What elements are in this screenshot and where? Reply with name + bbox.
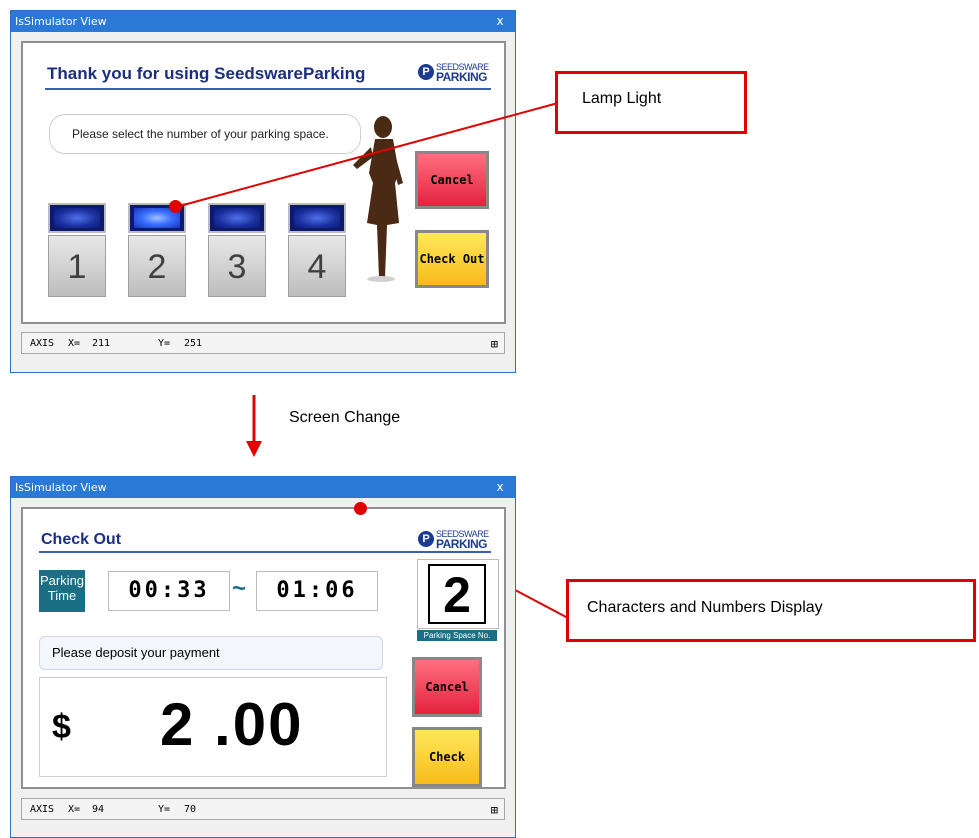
y-coordinate: 70 [184, 804, 197, 815]
time-separator: ~ [232, 575, 247, 602]
grid-icon[interactable]: ⊞ [491, 799, 498, 821]
status-bar: AXIS X= 94 Y= 70 ⊞ [21, 798, 505, 820]
characters-display-dot [354, 502, 367, 515]
space-number: 2 [443, 567, 471, 623]
payment-amount: 2 .00 [160, 691, 304, 758]
instruction-text: Please deposit your payment [52, 645, 220, 660]
amount-display: $ 2 .00 [39, 677, 387, 777]
characters-display-callout: Characters and Numbers Display [566, 579, 976, 642]
page-title: Check Out [41, 531, 122, 548]
space-number-frame: 2 [428, 564, 486, 624]
space-number-box: 2 [417, 559, 499, 629]
screen-change-label: Screen Change [289, 409, 401, 426]
parking-logo-icon: P [418, 531, 434, 547]
y-label: Y= [158, 804, 171, 815]
title-underline [39, 551, 491, 553]
start-time-display: 00:33 [108, 571, 230, 611]
simulator-screen: Check Out P SEEDSWARE PARKING Parking Ti… [21, 507, 506, 818]
x-coordinate: 94 [92, 804, 105, 815]
currency-symbol: $ [52, 708, 71, 746]
cancel-button[interactable]: Cancel [412, 657, 482, 717]
lamp-light-callout: Lamp Light [555, 71, 747, 134]
lamp-light-dot [169, 200, 182, 213]
parking-time-label: Parking Time [39, 570, 85, 612]
x-label: X= [68, 804, 81, 815]
seedsware-parking-logo: P SEEDSWARE PARKING [418, 527, 498, 551]
instruction-panel: Please deposit your payment [39, 636, 383, 670]
window-title: IsSimulator View [15, 481, 107, 494]
window-title-bar[interactable]: IsSimulator View x [11, 477, 515, 498]
close-icon[interactable]: x [485, 477, 515, 498]
check-out-button[interactable]: Check Out [412, 727, 482, 818]
space-number-caption: Parking Space No. [417, 630, 497, 641]
simulator-window-2: IsSimulator View x Check Out P SEEDSWARE… [10, 476, 516, 838]
axis-label: AXIS [30, 804, 55, 815]
end-time-display: 01:06 [256, 571, 378, 611]
screen-change-arrow-icon [246, 395, 262, 457]
